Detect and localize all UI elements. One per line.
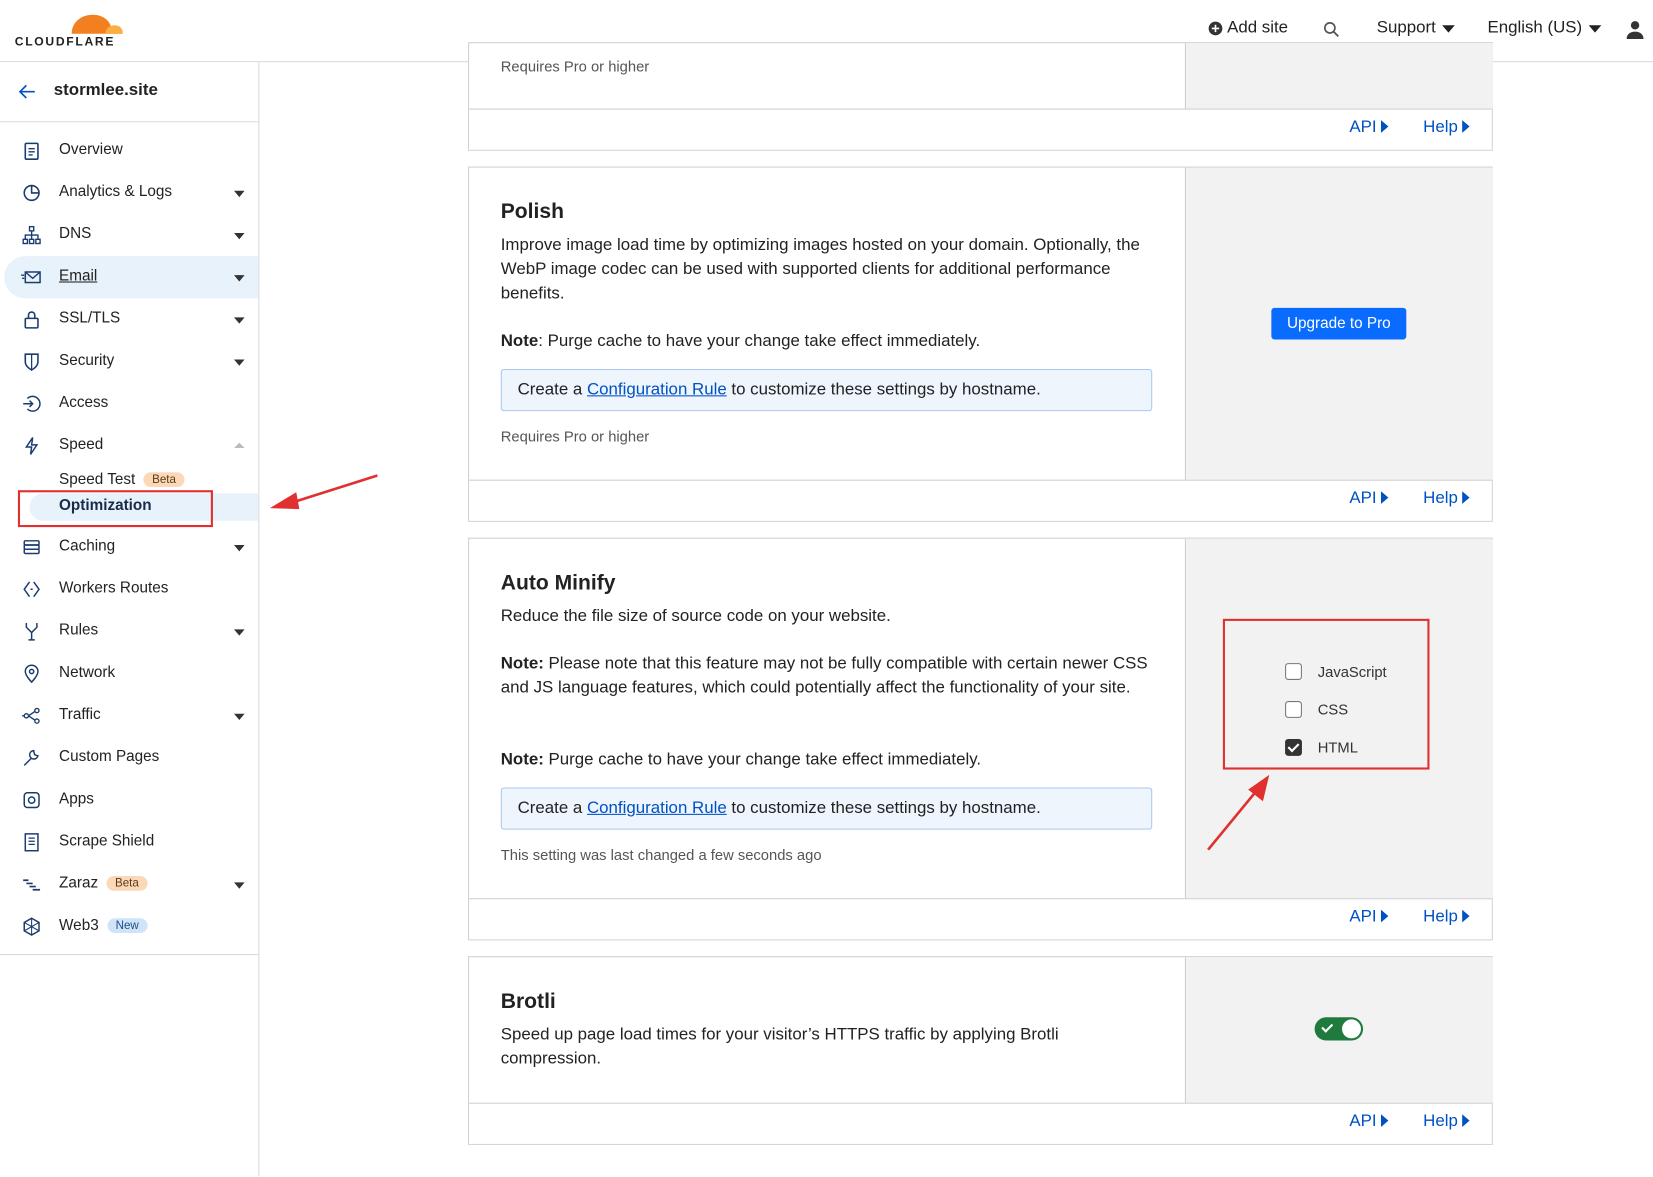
annotation-arrows — [269, 474, 1270, 851]
arrow-to-checkboxes — [1207, 774, 1270, 851]
arrow-to-optimization — [269, 474, 378, 510]
